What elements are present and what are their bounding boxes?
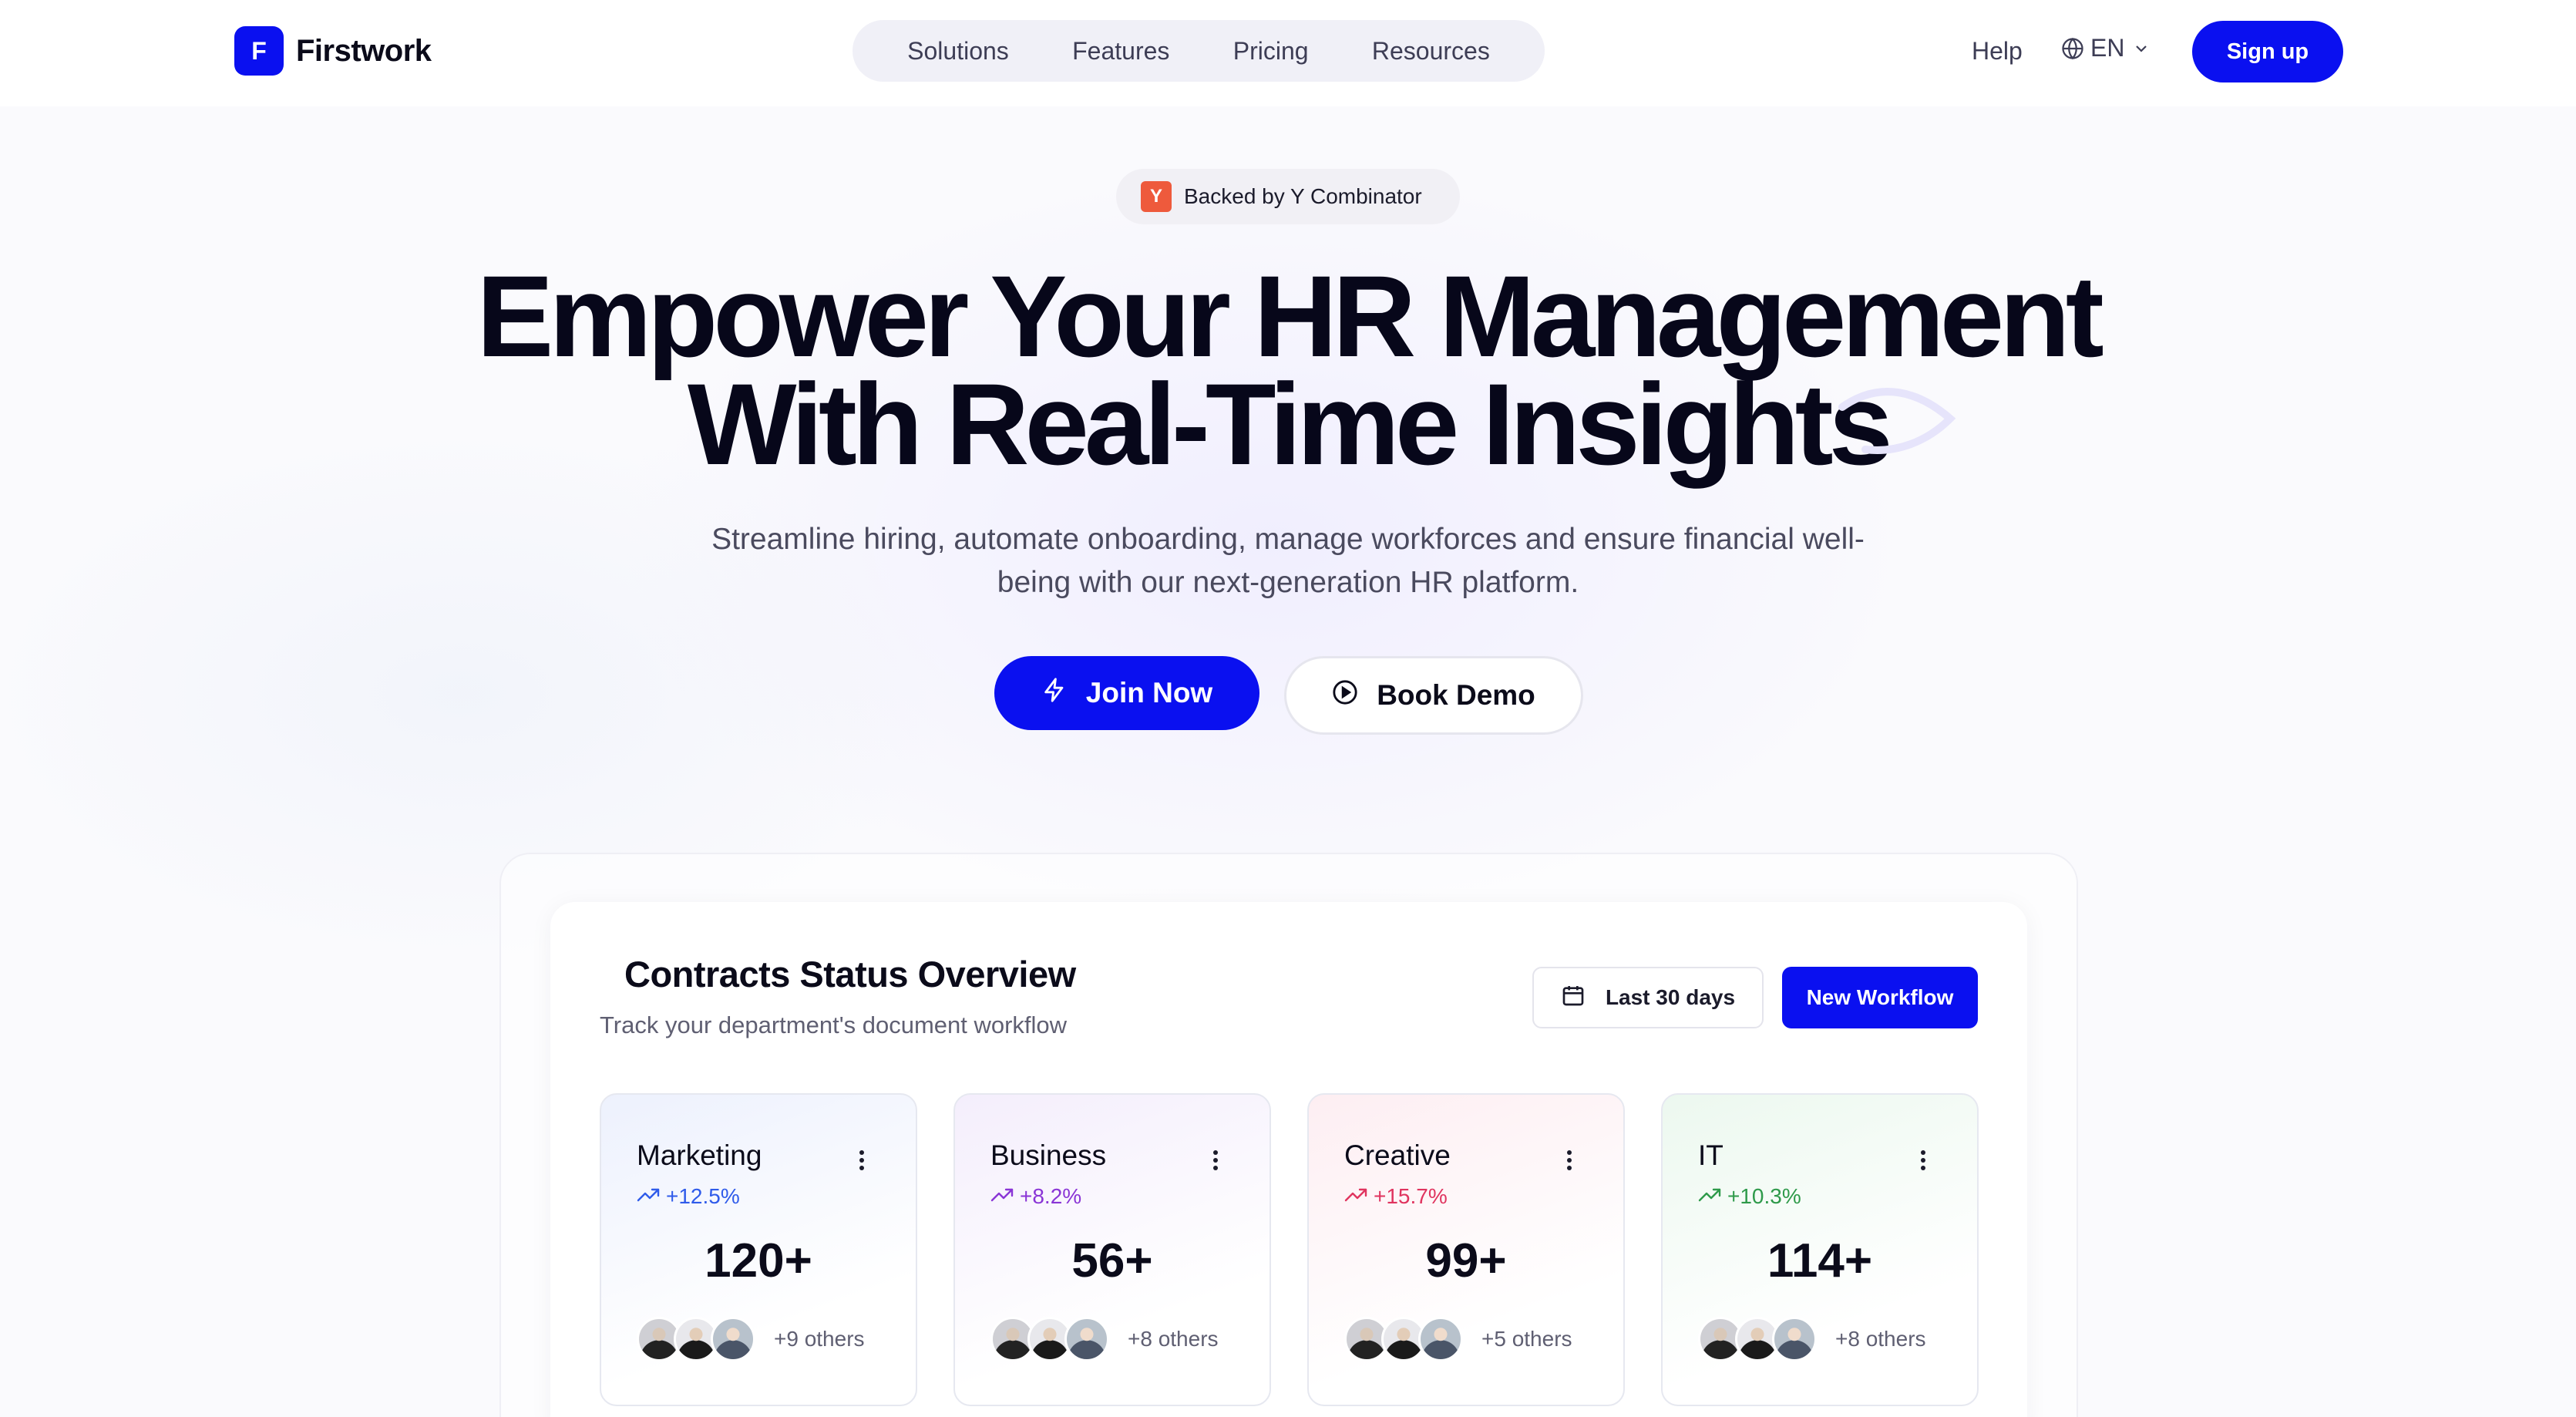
card-count: 120+	[705, 1234, 812, 1287]
yc-badge: Y Backed by Y Combinator	[1116, 169, 1460, 224]
top-navbar: F Firstwork Solutions Features Pricing R…	[0, 0, 2576, 106]
dashboard-title: Contracts Status Overview	[624, 954, 1076, 995]
card-trend: +12.5%	[637, 1184, 740, 1209]
brand-logo[interactable]: F Firstwork	[234, 26, 432, 76]
more-vertical-icon[interactable]	[1920, 1150, 1926, 1174]
card-trend: +8.2%	[990, 1184, 1081, 1209]
badge-label: Backed by Y Combinator	[1184, 184, 1422, 208]
card-others-count: +9 others	[774, 1327, 865, 1351]
join-now-label: Join Now	[1085, 677, 1213, 708]
card-trend-value: +15.7%	[1374, 1184, 1448, 1208]
hero-title-line2-wrap: With Real-Time Insights	[688, 366, 1956, 482]
globe-icon	[2061, 37, 2084, 60]
avatar	[1064, 1317, 1109, 1361]
book-demo-label: Book Demo	[1377, 679, 1535, 711]
trending-up-icon	[1698, 1184, 1721, 1209]
card-others-count: +8 others	[1128, 1327, 1219, 1351]
card-count: 114+	[1767, 1234, 1873, 1287]
card-department-name: Creative	[1344, 1139, 1451, 1171]
swoosh-decoration-icon	[1838, 388, 1956, 454]
hero-title-line2: With Real-Time Insights	[687, 359, 1893, 489]
card-avatars: +8 others	[990, 1317, 1219, 1361]
join-now-button[interactable]: Join Now	[994, 656, 1259, 730]
main-nav: Solutions Features Pricing Resources	[853, 20, 1545, 82]
nav-link-pricing[interactable]: Pricing	[1233, 37, 1309, 66]
book-demo-button[interactable]: Book Demo	[1284, 656, 1583, 735]
brand-name: Firstwork	[296, 33, 432, 68]
date-range-label: Last 30 days	[1605, 985, 1736, 1009]
new-workflow-button[interactable]: New Workflow	[1782, 967, 1978, 1028]
card-others-count: +5 others	[1481, 1327, 1572, 1351]
nav-link-solutions[interactable]: Solutions	[907, 37, 1009, 66]
department-card-marketing[interactable]: Marketing +12.5% 120+ +9 others	[600, 1093, 917, 1406]
card-trend: +10.3%	[1698, 1184, 1801, 1209]
logo-mark-icon: F	[234, 26, 284, 76]
card-others-count: +8 others	[1835, 1327, 1926, 1351]
hero-subtitle: Streamline hiring, automate onboarding, …	[711, 523, 1865, 599]
card-avatars: +5 others	[1344, 1317, 1572, 1361]
hero-title: Empower Your HR Management With Real-Tim…	[0, 258, 2576, 482]
trending-up-icon	[1344, 1184, 1367, 1209]
department-card-business[interactable]: Business +8.2% 56+ +8 others	[953, 1093, 1271, 1406]
more-vertical-icon[interactable]	[1212, 1150, 1219, 1174]
department-card-it[interactable]: IT +10.3% 114+ +8 others	[1661, 1093, 1979, 1406]
card-trend-value: +12.5%	[666, 1184, 740, 1208]
y-combinator-icon: Y	[1141, 181, 1172, 212]
card-department-name: IT	[1698, 1139, 1723, 1171]
landing-page: F Firstwork Solutions Features Pricing R…	[0, 0, 2576, 1417]
avatar	[711, 1317, 755, 1361]
more-vertical-icon[interactable]	[1566, 1150, 1572, 1174]
dashboard-subtitle: Track your department's document workflo…	[600, 1011, 1068, 1038]
card-avatars: +8 others	[1698, 1317, 1926, 1361]
lightning-icon	[1041, 677, 1068, 710]
card-count: 99+	[1425, 1234, 1507, 1287]
language-label: EN	[2090, 34, 2125, 62]
card-department-name: Business	[990, 1139, 1107, 1171]
signup-button[interactable]: Sign up	[2192, 21, 2343, 82]
help-link[interactable]: Help	[1972, 37, 2023, 66]
date-range-button[interactable]: Last 30 days	[1532, 967, 1764, 1028]
calendar-icon	[1561, 983, 1586, 1013]
avatar	[1772, 1317, 1817, 1361]
language-selector[interactable]: EN	[2061, 34, 2151, 62]
card-count: 56+	[1071, 1234, 1153, 1287]
trending-up-icon	[637, 1184, 660, 1209]
card-avatars: +9 others	[637, 1317, 865, 1361]
department-card-creative[interactable]: Creative +15.7% 99+ +5 others	[1307, 1093, 1625, 1406]
more-vertical-icon[interactable]	[859, 1150, 865, 1174]
play-circle-icon	[1332, 679, 1358, 712]
avatar	[1418, 1317, 1463, 1361]
card-trend: +15.7%	[1344, 1184, 1448, 1209]
card-department-name: Marketing	[637, 1139, 762, 1171]
trending-up-icon	[990, 1184, 1014, 1209]
nav-link-features[interactable]: Features	[1072, 37, 1169, 66]
nav-link-resources[interactable]: Resources	[1372, 37, 1490, 66]
card-trend-value: +10.3%	[1727, 1184, 1801, 1208]
card-trend-value: +8.2%	[1020, 1184, 1082, 1208]
chevron-down-icon	[2132, 39, 2151, 58]
